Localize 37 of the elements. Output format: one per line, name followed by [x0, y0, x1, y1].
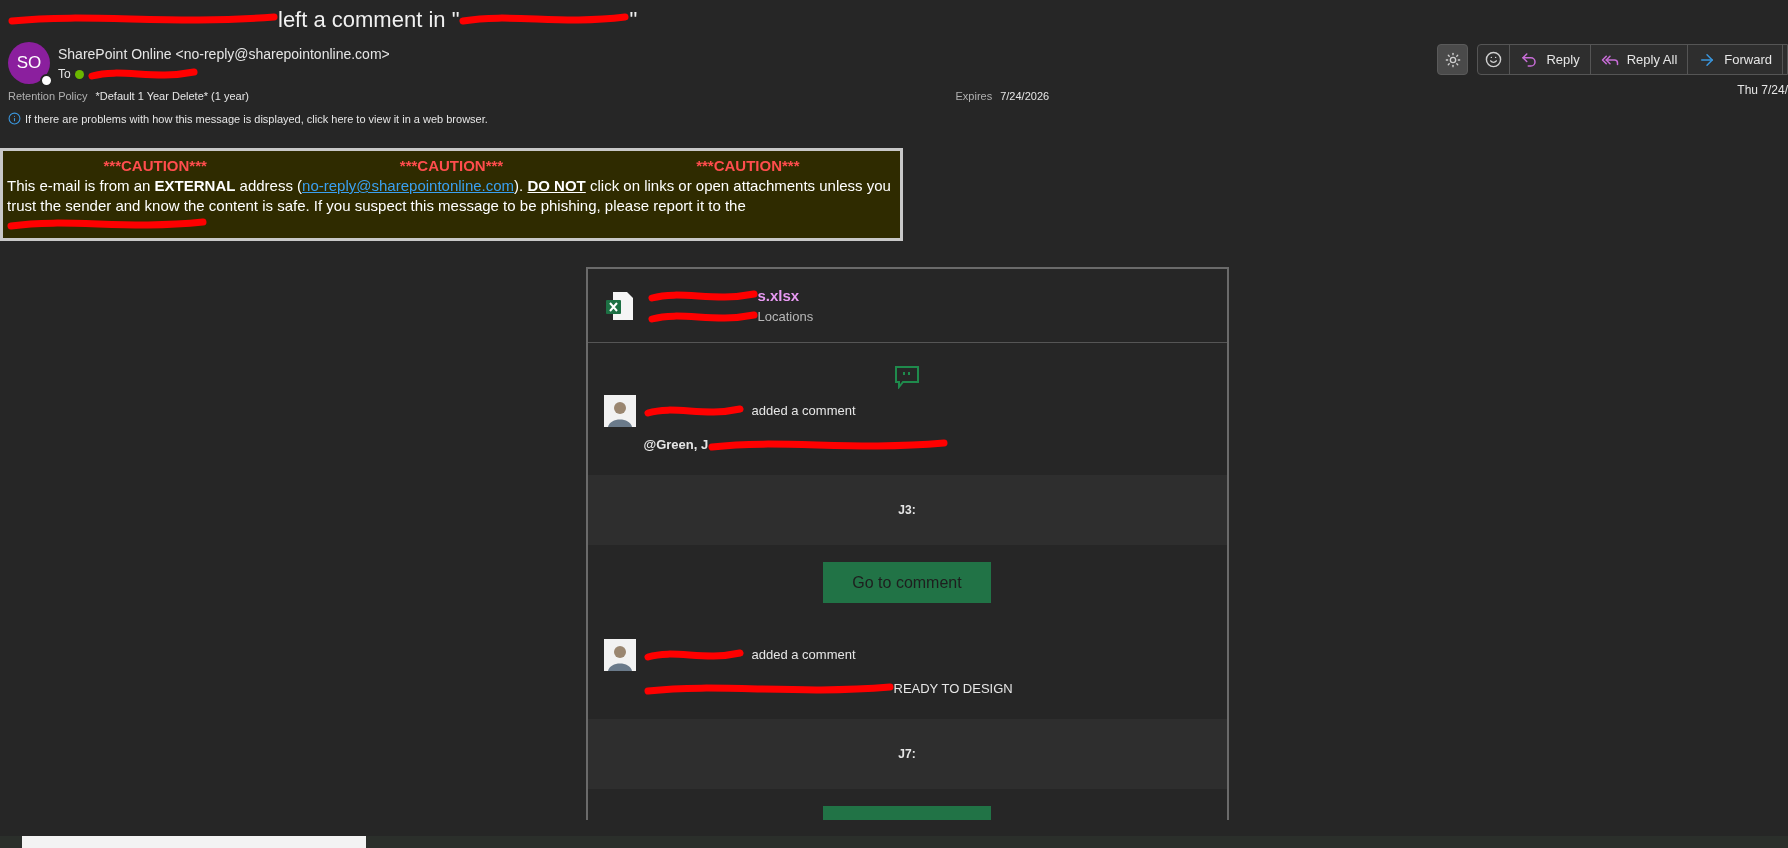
cell-reference: J7: [898, 746, 916, 763]
comment-text: READY TO DESIGN [893, 680, 1013, 699]
reply-icon [1520, 50, 1539, 69]
file-name[interactable]: s.xlsx [757, 284, 800, 307]
email-subject: left a comment in " [278, 5, 460, 34]
caution-heading: ***CAUTION*** [103, 156, 207, 176]
theme-toggle-button[interactable] [1437, 44, 1469, 75]
email-subject-end: " [629, 5, 638, 34]
info-link[interactable]: If there are problems with how this message is displayed, click here to view it in a web browser. [25, 110, 488, 127]
caution-heading: ***CAUTION*** [399, 156, 504, 176]
email-link[interactable]: no-reply@sharepointonline.com [302, 177, 515, 194]
to-label: To [58, 66, 71, 83]
retention-value: *Default 1 Year Delete* (1 year) [95, 89, 250, 104]
info-icon [8, 112, 21, 126]
comment-action: added a comment [751, 646, 856, 665]
action-button[interactable]: Reply [1510, 45, 1591, 74]
cell-reference: J3: [898, 502, 916, 519]
sent-date: Thu 7/24/ [1737, 82, 1788, 99]
taskbar-search-field[interactable] [22, 836, 366, 848]
comment-icon [894, 365, 920, 389]
comment-action: added a comment [751, 402, 856, 421]
status-icon [74, 69, 84, 79]
presence-icon [40, 74, 53, 87]
expires-label: Expires [955, 89, 993, 104]
sender-name: SharePoint Online <no-reply@sharepointonline.com> [58, 45, 390, 64]
retention-label: Retention Policy [8, 89, 88, 104]
action-button[interactable]: Reply All [1590, 45, 1689, 74]
sun-icon [1445, 51, 1461, 68]
sender-avatar: SO [8, 42, 50, 84]
smile-icon [1485, 51, 1503, 68]
file-subtitle: Locations [757, 308, 814, 326]
action-button[interactable]: Forward [1688, 45, 1783, 74]
expires-date: 7/24/2026 [1000, 89, 1050, 104]
excel-file-icon [603, 289, 636, 322]
caution-heading: ***CAUTION*** [696, 156, 800, 176]
caution-text: This e-mail is from an EXTERNAL address (no-reply@sharepointonline.com). DO NOT click on links or open attachments unless you trust the sender and know the content is safe. If you suspect this message to be phishing, please report it to the [7, 176, 892, 216]
comment-mention: @Green, J [643, 436, 709, 455]
